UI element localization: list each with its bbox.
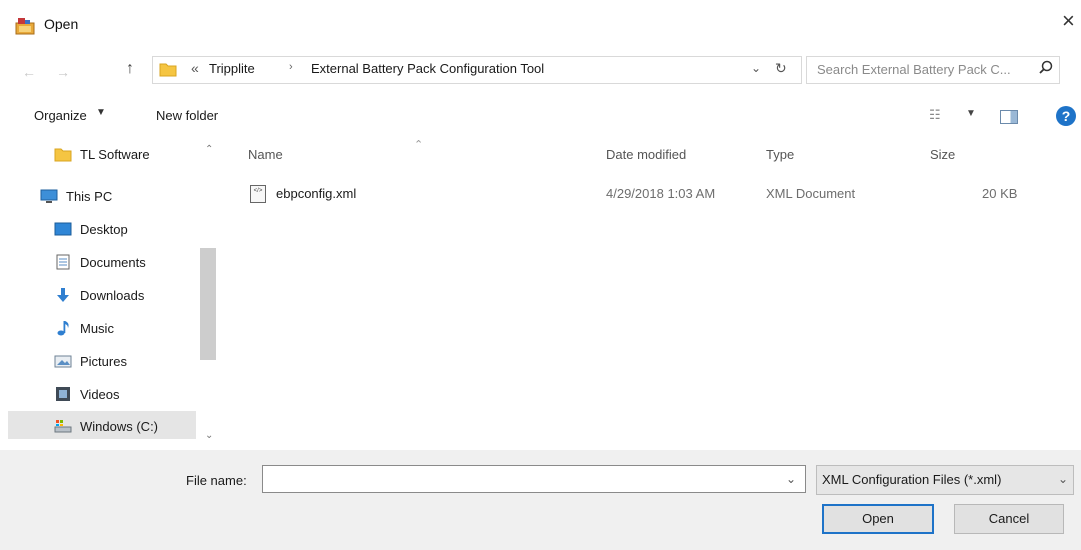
folder-icon (159, 61, 177, 77)
column-header-size[interactable]: Size (930, 147, 955, 162)
forward-arrow-icon[interactable]: → (56, 64, 70, 80)
nav-item-label: Videos (80, 387, 120, 402)
file-type-dropdown-icon[interactable]: ⌄ (1058, 472, 1068, 486)
address-bar[interactable]: « Tripplite › External Battery Pack Conf… (152, 56, 802, 84)
nav-item-label: Windows (C:) (80, 419, 159, 434)
breadcrumb-separator-icon[interactable]: › (289, 61, 293, 73)
file-row[interactable]: </> ebpconfig.xml 4/29/2018 1:03 AM XML … (240, 180, 1060, 208)
music-icon (54, 320, 72, 336)
nav-item-label: Pictures (80, 354, 127, 369)
back-arrow-icon[interactable]: ← (22, 64, 36, 80)
downloads-icon (54, 287, 72, 303)
nav-item-music[interactable]: Music (50, 316, 220, 342)
breadcrumb-item-tripplite[interactable]: Tripplite (209, 61, 255, 76)
help-icon[interactable]: ? (1056, 106, 1076, 126)
folder-icon (54, 146, 72, 162)
view-options-icon[interactable]: ☷ (929, 107, 941, 123)
column-header-type[interactable]: Type (766, 147, 794, 162)
dialog-title: Open (44, 16, 79, 32)
column-header-name[interactable]: Name (248, 147, 283, 162)
computer-icon (40, 188, 58, 204)
caret-down-icon[interactable]: ▼ (96, 107, 106, 118)
open-dialog-icon (14, 14, 36, 36)
file-type: XML Document (766, 186, 856, 201)
search-icon[interactable] (1039, 60, 1053, 77)
command-toolbar: Organize ▼ New folder ☷ ▼ ? (0, 98, 1081, 134)
search-input[interactable]: Search External Battery Pack C... (806, 56, 1060, 84)
nav-item-downloads[interactable]: Downloads (50, 283, 220, 309)
nav-item-label: Documents (80, 255, 146, 270)
scroll-down-icon[interactable]: ⌄ (205, 430, 213, 441)
refresh-icon[interactable]: ↻ (775, 60, 787, 77)
xml-file-icon: </> (250, 185, 266, 203)
file-date-modified: 4/29/2018 1:03 AM (606, 186, 716, 201)
breadcrumb-item-current[interactable]: External Battery Pack Configuration Tool (311, 61, 544, 76)
address-dropdown-icon[interactable]: ⌄ (751, 61, 761, 75)
file-name: ebpconfig.xml (276, 186, 357, 201)
breadcrumb-overflow-icon[interactable]: « (191, 60, 199, 76)
file-name-input[interactable] (262, 465, 806, 493)
nav-item-label: TL Software (80, 147, 150, 162)
scroll-up-icon[interactable]: ⌃ (205, 144, 213, 155)
file-type-value: XML Configuration Files (*.xml) (822, 472, 1002, 487)
organize-button[interactable]: Organize (34, 108, 87, 123)
nav-item-label: Music (80, 321, 114, 336)
nav-item-this-pc[interactable]: This PC (36, 184, 206, 210)
nav-item-videos[interactable]: Videos (50, 382, 220, 408)
nav-item-windows-c[interactable]: Windows (C:) (50, 414, 220, 440)
search-placeholder: Search External Battery Pack C... (817, 62, 1011, 77)
nav-item-tl-software[interactable]: TL Software (50, 142, 220, 168)
nav-item-desktop[interactable]: Desktop (50, 217, 220, 243)
desktop-icon (54, 221, 72, 237)
up-arrow-icon[interactable]: ↑ (126, 60, 134, 78)
nav-item-pictures[interactable]: Pictures (50, 349, 220, 375)
drive-icon (54, 418, 72, 434)
pictures-icon (54, 353, 72, 369)
open-button[interactable]: Open (822, 504, 934, 534)
nav-item-label: Desktop (80, 222, 128, 237)
caret-down-icon[interactable]: ▼ (966, 108, 976, 119)
nav-item-label: This PC (66, 189, 113, 204)
file-name-dropdown-icon[interactable]: ⌄ (786, 472, 796, 486)
file-name-label: File name: (186, 473, 247, 488)
cancel-button[interactable]: Cancel (954, 504, 1064, 534)
file-size: 20 KB (982, 186, 1018, 201)
sort-ascending-icon: ⌃ (414, 139, 424, 151)
nav-item-label: Downloads (80, 288, 145, 303)
nav-item-documents[interactable]: Documents (50, 250, 220, 276)
preview-pane-icon[interactable] (1000, 110, 1018, 124)
documents-icon (54, 254, 72, 270)
new-folder-button[interactable]: New folder (156, 108, 218, 123)
videos-icon (54, 386, 72, 402)
title-bar (0, 0, 1081, 52)
close-icon[interactable]: × (1062, 10, 1075, 32)
scrollbar-thumb[interactable] (200, 248, 216, 360)
column-header-date[interactable]: Date modified (606, 147, 686, 162)
